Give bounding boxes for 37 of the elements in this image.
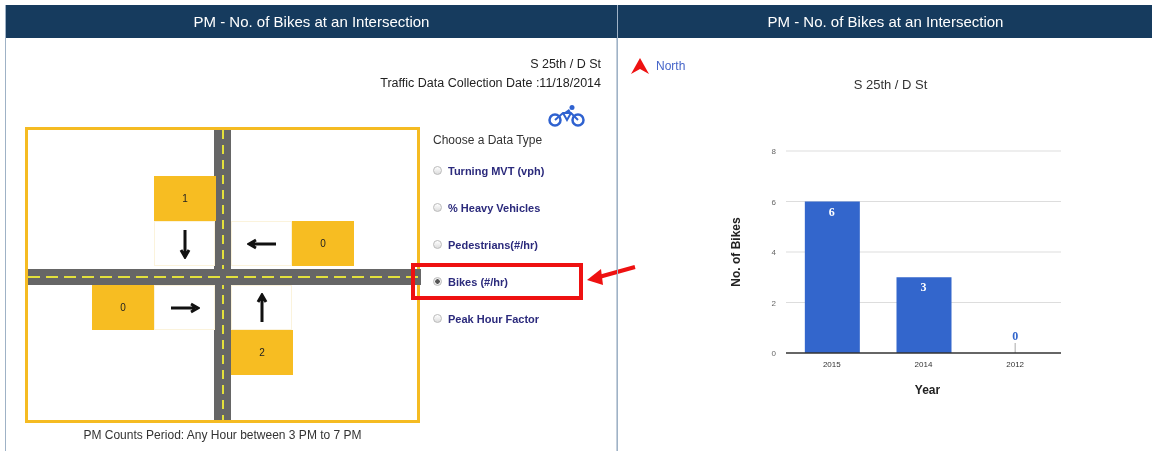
data-label: 3 [920, 280, 927, 295]
axis-title: No. of Bikes [729, 217, 743, 287]
panel-header: PM - No. of Bikes at an Intersection [618, 5, 1152, 38]
tick-label: 6 [771, 197, 776, 207]
axis-title: Year [914, 383, 941, 397]
data-label: 0 [1012, 329, 1019, 343]
radio-button[interactable] [433, 277, 442, 286]
panel-header: PM - No. of Bikes at an Intersection [6, 5, 617, 38]
options-heading: Choose a Data Type [433, 132, 544, 149]
north-arrow-icon [630, 58, 650, 74]
option-label[interactable]: Pedestrians(#/hr) [448, 238, 538, 251]
count-tile: 0 [92, 285, 154, 330]
tick-label: 2014 [914, 360, 933, 369]
count-tile: 2 [231, 330, 293, 375]
radio-button[interactable] [433, 166, 442, 175]
radio-button[interactable] [433, 240, 442, 249]
period-caption: PM Counts Period: Any Hour between 3 PM to 7 PM [83, 428, 362, 442]
tick-label: 4 [771, 248, 776, 257]
option-label[interactable]: Turning MVT (vph) [448, 164, 545, 177]
radio-button[interactable] [433, 203, 442, 212]
compass-label: North [656, 59, 686, 73]
tick-label: 0 [771, 349, 776, 358]
collection-date: Traffic Data Collection Date :11/18/2014 [380, 75, 601, 92]
option-label[interactable]: Peak Hour Factor [448, 312, 540, 325]
option-label[interactable]: % Heavy Vehicles [448, 201, 541, 214]
tick-label: 2 [771, 298, 776, 308]
option-label[interactable]: Bikes (#/hr) [448, 275, 508, 288]
count-tile: 1 [154, 176, 216, 221]
location-label: S 25th / D St [530, 56, 601, 73]
data-label: 6 [828, 204, 835, 219]
tick-label: 2015 [822, 360, 841, 369]
tick-label: 8 [771, 147, 776, 156]
count-tile: 0 [292, 221, 354, 266]
radio-button[interactable] [433, 314, 442, 323]
chart-title: S 25th / D St [852, 77, 929, 92]
cyclist-icon [547, 105, 587, 127]
tick-label: 2012 [1006, 360, 1025, 369]
